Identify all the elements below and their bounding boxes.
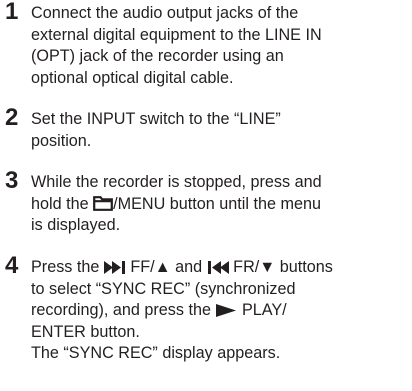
- text-line: Set the INPUT switch to the “LINE”: [31, 110, 281, 128]
- text-segment: /MENU button until the menu: [113, 194, 321, 213]
- step-number: 2: [5, 104, 19, 131]
- text-line: hold the /MENU button until the menu: [31, 194, 412, 216]
- folder-icon: [93, 195, 114, 211]
- text-line: recording), and press the PLAY/: [31, 300, 412, 322]
- play-icon: [215, 304, 237, 317]
- step-text: Connect the audio output jacks of the ex…: [31, 3, 412, 89]
- text-segment: Press the: [31, 258, 104, 276]
- text-line: is displayed.: [31, 216, 121, 234]
- step-text: Set the INPUT switch to the “LINE” posit…: [31, 109, 412, 152]
- step-text: Press the FF/▲ and FR/▼ buttons to selec…: [31, 257, 412, 365]
- text-line: position.: [31, 131, 92, 150]
- manual-page: 1 Connect the audio output jacks of the …: [0, 0, 412, 391]
- skip-forward-icon: [103, 261, 126, 274]
- text-line: While the recorder is stopped, press and: [31, 173, 322, 191]
- text-line: to select “SYNC REC” (synchronized: [31, 279, 296, 298]
- text-line: optional optical digital cable.: [31, 68, 234, 87]
- text-line: (OPT) jack of the recorder using an: [31, 47, 284, 65]
- text-line: ENTER button.: [31, 322, 140, 341]
- step-text: While the recorder is stopped, press and…: [31, 172, 412, 237]
- skip-back-icon: [207, 261, 229, 274]
- text-line: Connect the audio output jacks of the: [31, 4, 299, 22]
- step-number: 1: [5, 0, 19, 25]
- text-segment: FF/▲ and: [125, 258, 207, 276]
- text-line: The “SYNC REC” display appears.: [31, 344, 281, 362]
- text-segment: hold the: [31, 194, 94, 213]
- step-number: 3: [5, 167, 19, 194]
- step-number: 4: [5, 252, 19, 279]
- text-segment: FR/▼ buttons: [228, 258, 333, 276]
- text-line: external digital equipment to the LINE I…: [31, 25, 322, 44]
- text-line: Press the FF/▲ and FR/▼ buttons: [31, 257, 412, 279]
- text-segment: recording), and press the: [31, 301, 216, 319]
- text-segment: PLAY/: [237, 301, 287, 319]
